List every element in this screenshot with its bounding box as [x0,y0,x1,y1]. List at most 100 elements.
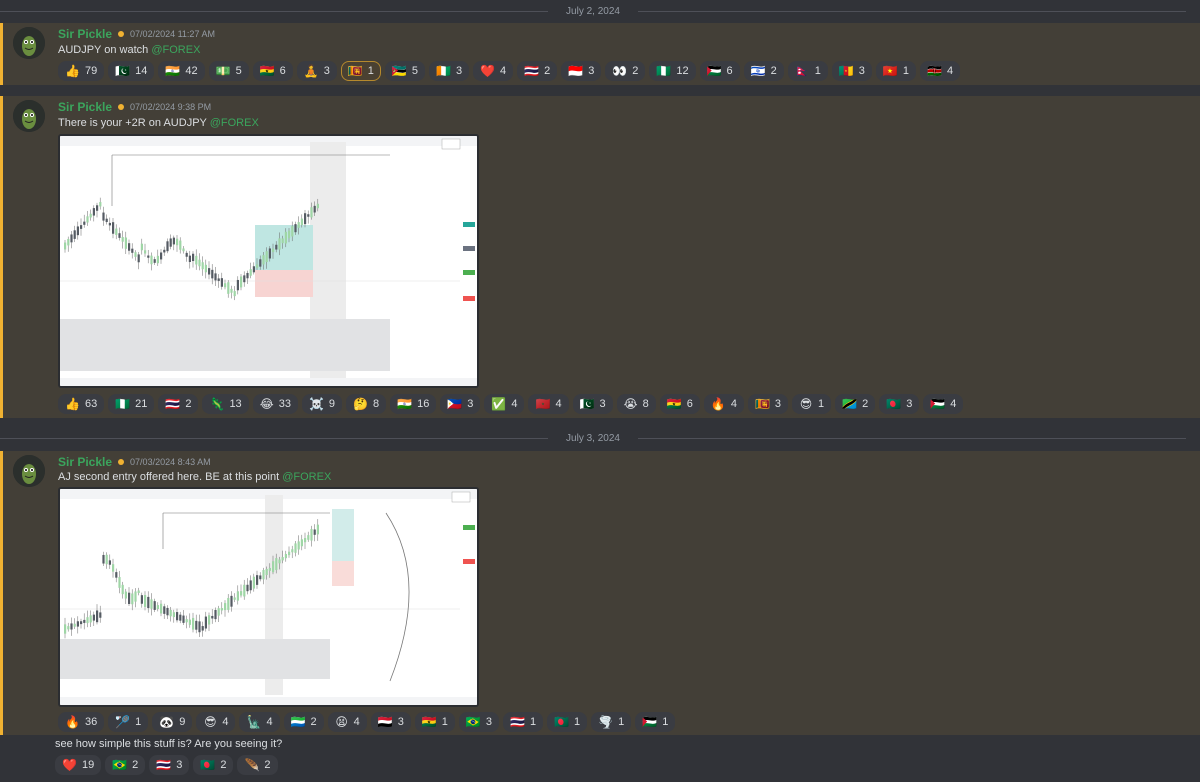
candle [140,243,143,251]
role-mention[interactable]: @FOREX [210,117,259,129]
role-mention[interactable]: @FOREX [282,471,331,483]
author-name[interactable]: Sir Pickle [58,27,112,41]
reaction-button[interactable]: 🇮🇩 3 [561,61,602,81]
candle [220,278,223,287]
reaction-button[interactable]: 🐼 9 [152,712,193,732]
reaction-button[interactable]: 🇾🇪 3 [370,712,411,732]
reaction-button[interactable]: 🇵🇸 4 [923,394,964,414]
reaction-button[interactable]: 🇳🇵 1 [787,61,828,81]
reaction-button[interactable]: 🇵🇭 3 [440,394,481,414]
reaction-emoji-icon: 🇮🇩 [568,64,584,78]
reaction-button[interactable]: 🇧🇩 1 [547,712,588,732]
reaction-button[interactable]: 🇬🇭 1 [414,712,455,732]
reaction-button[interactable]: 🇵🇸 6 [699,61,740,81]
reaction-button[interactable]: 🇮🇱 2 [743,61,784,81]
reaction-emoji-icon: ❤️ [62,758,77,772]
reaction-button[interactable]: ☠️ 9 [301,394,343,414]
reaction-button[interactable]: 🇬🇭 6 [659,394,700,414]
reaction-button[interactable]: 🇲🇿 5 [384,61,425,81]
reaction-button[interactable]: 🏸 1 [108,712,149,732]
reaction-button[interactable]: 🇧🇷 3 [458,712,499,732]
candle [70,234,73,243]
reaction-button[interactable]: 🧘 3 [296,61,337,81]
candle [204,264,207,273]
reaction-button[interactable]: 🇵🇰 3 [572,394,613,414]
reaction-button[interactable]: 😭 8 [616,394,656,414]
reaction-button[interactable]: 🇮🇳 42 [158,61,205,81]
message-text: There is your +2R on AUDJPY @FOREX [58,117,259,129]
candle [256,264,259,268]
reaction-button[interactable]: 🇳🇬 12 [649,61,696,81]
reaction-button[interactable]: 🇹🇭 3 [149,755,190,775]
reaction-button[interactable]: 🇳🇬 21 [108,394,155,414]
reaction-button[interactable]: 😂 33 [252,394,298,414]
reaction-button[interactable]: 🇹🇭 2 [517,61,558,81]
reaction-bar: 🔥 36 🏸 1 🐼 9 😎 4 🗽 4 🇸🇱 2 😫 4 🇾🇪 3 🇬🇭 1 🇧🇷 3 🇹🇭 1 🇧🇩 1 🌪️ 1 🇵🇸 1 [58,712,676,732]
reaction-button[interactable]: 👍 79 [58,61,105,81]
reaction-button[interactable]: 😎 1 [792,394,832,414]
candle [265,251,268,263]
reaction-button[interactable]: 🇱🇰 1 [340,61,381,81]
reaction-button[interactable]: 🇧🇷 2 [105,755,146,775]
candle [307,214,310,217]
reaction-button[interactable]: 😫 4 [327,712,367,732]
chart-image-attachment[interactable] [58,487,479,707]
reaction-button[interactable]: 🇵🇰 14 [108,61,155,81]
reaction-count: 1 [574,716,581,728]
reaction-count: 3 [467,398,474,410]
reaction-button[interactable]: ✅ 4 [484,394,525,414]
reaction-emoji-icon: 🇮🇳 [165,64,181,78]
reaction-button[interactable]: 🇰🇪 4 [919,61,961,81]
avatar[interactable] [13,100,45,132]
date-divider: July 3, 2024 [0,427,1200,449]
reaction-button[interactable]: 🇹🇭 2 [158,394,199,414]
reaction-button[interactable]: 🇲🇦 4 [528,394,569,414]
candle [118,577,121,588]
candle [169,238,172,247]
role-mention[interactable]: @FOREX [151,44,200,56]
reaction-button[interactable]: 🇱🇰 3 [747,394,789,414]
reaction-button[interactable]: 🔥 4 [703,394,744,414]
reaction-button[interactable]: 🔥 36 [58,712,105,732]
reaction-button[interactable]: 👍 63 [58,394,105,414]
reaction-button[interactable]: 🇬🇭 6 [252,61,293,81]
reaction-emoji-icon: 🇧🇩 [200,758,216,772]
message-content: AJ second entry offered here. BE at this… [58,471,283,483]
reaction-count: 12 [676,65,689,77]
reaction-button[interactable]: 🗽 4 [239,712,280,732]
avatar[interactable] [13,455,45,487]
reaction-button[interactable]: 🦎 13 [202,394,249,414]
reaction-button[interactable]: 🪶 2 [237,755,278,775]
reaction-button[interactable]: 🇨🇲 3 [831,61,872,81]
reaction-button[interactable]: 🇹🇿 2 [835,394,876,414]
reaction-button[interactable]: 🇮🇳 16 [390,394,437,414]
reaction-button[interactable]: 🤔 8 [346,394,387,414]
author-name[interactable]: Sir Pickle [58,100,112,114]
status-dot [118,104,125,110]
reaction-button[interactable]: ❤️ 19 [55,755,102,775]
reaction-button[interactable]: 🇵🇸 1 [635,712,676,732]
reaction-button[interactable]: 🇻🇳 1 [875,61,916,81]
reaction-emoji-icon: 🦎 [209,397,225,411]
reaction-button[interactable]: 🇨🇮 3 [429,61,470,81]
reaction-button[interactable]: 🌪️ 1 [591,712,632,732]
reaction-button[interactable]: 😎 4 [196,712,236,732]
author-name[interactable]: Sir Pickle [58,455,112,469]
candle [73,623,76,627]
date-divider: July 2, 2024 [0,0,1200,22]
reaction-button[interactable]: 🇧🇩 2 [193,755,234,775]
candle [163,606,166,614]
avatar[interactable] [13,27,45,59]
reaction-button[interactable]: 🇧🇩 3 [879,394,920,414]
candle [259,575,262,580]
chart-image-attachment[interactable] [58,134,479,388]
candle [208,615,211,625]
candle [249,580,252,591]
reaction-button[interactable]: 🇸🇱 2 [283,712,324,732]
reaction-button[interactable]: 👀 2 [605,61,646,81]
reaction-count: 8 [642,398,649,410]
reaction-button[interactable]: 💵 5 [208,61,249,81]
reaction-button[interactable]: 🇹🇭 1 [503,712,544,732]
reaction-emoji-icon: 🇨🇮 [436,64,451,78]
reaction-button[interactable]: ❤️ 4 [473,61,514,81]
